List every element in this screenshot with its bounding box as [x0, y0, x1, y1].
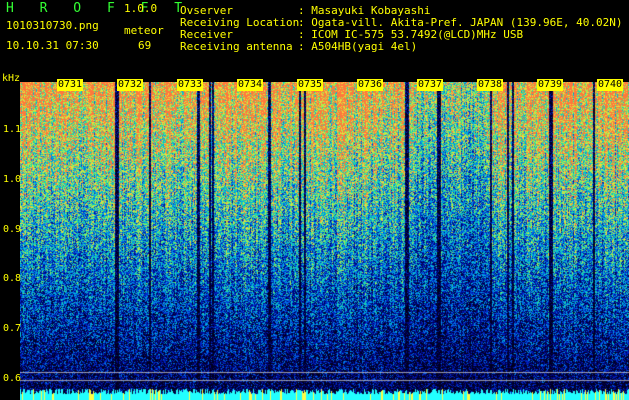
frequency-unit-label: kHz	[2, 73, 21, 84]
ytick-label: 0.8	[3, 273, 22, 284]
antenna-value: : A504HB(yagi 4el)	[298, 40, 418, 53]
receiver-value: : ICOM IC-575 53.7492(@LCD)MHz USB	[298, 28, 524, 41]
meteor-label: meteor	[124, 24, 164, 37]
time-label: 0739	[537, 79, 564, 91]
location-value: : Ogata-vill. Akita-Pref. JAPAN (139.96E…	[298, 16, 623, 29]
antenna-label: Receiving antenna	[180, 40, 293, 53]
app-version: 1.0.0	[124, 2, 158, 15]
time-label: 0738	[477, 79, 504, 91]
time-label: 0737	[417, 79, 444, 91]
ytick-label: 0.9	[3, 224, 22, 235]
time-label: 0734	[237, 79, 264, 91]
time-label: 0740	[597, 79, 624, 91]
observer-label: Ovserver	[180, 4, 233, 17]
ytick-label: 1.1	[3, 124, 22, 135]
ytick-label: 0.6	[3, 373, 22, 384]
time-label: 0736	[357, 79, 384, 91]
date-time: 10.10.31 07:30	[6, 39, 99, 52]
meteor-count: 69	[138, 39, 152, 52]
receiver-label: Receiver	[180, 28, 233, 41]
time-label: 0735	[297, 79, 324, 91]
app-title: H R O F F T	[6, 1, 192, 16]
spectrogram	[20, 82, 629, 400]
header-panel: H R O F F T 1.0.0 1010310730.png meteor …	[0, 0, 629, 78]
location-label: Receiving Location	[180, 16, 300, 29]
file-name: 1010310730.png	[6, 19, 99, 32]
time-label: 0731	[57, 79, 84, 91]
time-label: 0733	[177, 79, 204, 91]
ytick-label: 1.0	[3, 174, 22, 185]
observer-value: : Masayuki Kobayashi	[298, 4, 431, 17]
time-label: 0732	[117, 79, 144, 91]
ytick-label: 0.7	[3, 323, 22, 334]
